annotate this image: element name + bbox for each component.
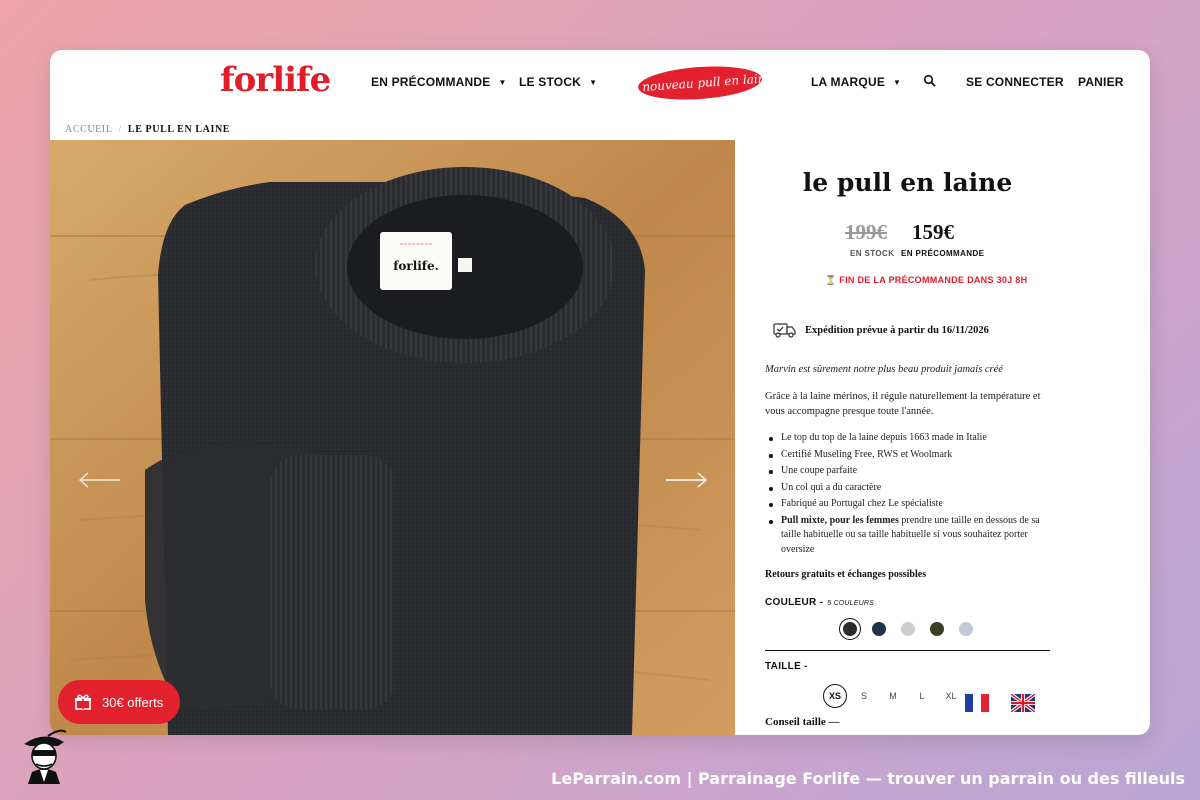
shipping-info: Expédition prévue à partir du 16/11/2026 [773,322,989,338]
list-item: Fabriqué au Portugal chez Le spécialiste [765,497,1055,512]
product-image: ~~~~~~~~ forlife. [50,140,735,735]
svg-text:~~~~~~~~: ~~~~~~~~ [399,242,433,248]
list-item: Certifié Museling Free, RWS et Woolmark [765,448,1055,463]
forlife-logo[interactable]: forlife [220,60,331,100]
nav-stock[interactable]: LE STOCK ▼ [519,75,597,89]
size-label: TAILLE - [765,661,808,672]
truck-icon [773,323,796,338]
size-option-xl[interactable]: XL [939,684,963,708]
prev-image-arrow-icon[interactable] [78,470,122,490]
size-advice-heading[interactable]: Conseil taille — [765,716,840,728]
size-option-l[interactable]: L [910,684,934,708]
gift-offer-button[interactable]: 30€ offerts [58,680,180,724]
size-option-xs[interactable]: XS [823,684,847,708]
search-icon[interactable] [923,74,937,88]
footer-text: LeParrain.com | Parrainage Forlife — tro… [551,769,1185,788]
caret-down-icon: ▼ [589,78,598,87]
gift-offer-label: 30€ offerts [102,694,164,710]
color-label-text: COULEUR - [765,597,824,608]
nav-precommande-label: EN PRÉCOMMANDE [371,75,491,89]
product-intro: Grâce à la laine mérinos, il régule natu… [765,391,1041,417]
leparrain-mascot-icon [24,729,67,784]
preorder-countdown: ⏳ FIN DE LA PRÉCOMMANDE DANS 30J 8H [825,275,1028,285]
label-tag-brand: forlife. [393,259,439,273]
color-swatch[interactable] [959,622,973,636]
color-swatch[interactable] [901,622,915,636]
breadcrumb-current: LE PULL EN LAINE [127,124,231,135]
old-price-label: EN STOCK [850,249,895,258]
divider [765,650,1050,651]
product-title: le pull en laine [802,168,1013,197]
gift-icon [75,694,91,710]
color-swatch[interactable] [930,622,944,636]
nav-cart[interactable]: PANIER [1078,75,1124,89]
shipping-text: Expédition prévue à partir du 16/11/2026 [805,324,989,336]
color-swatch[interactable] [843,622,857,636]
size-option-m[interactable]: M [881,684,905,708]
size-option-s[interactable]: S [852,684,876,708]
promo-text: le nouveau pull en laine [627,70,773,96]
nav-marque-label: LA MARQUE [811,75,886,89]
nav-login[interactable]: SE CONNECTER [966,75,1064,89]
caret-down-icon: ▼ [893,78,902,87]
list-item: Le top du top de la laine depuis 1663 ma… [765,431,1055,446]
feature-mixte-bold: Pull mixte, pour les femmes [781,514,899,526]
nav-stock-label: LE STOCK [519,75,582,89]
promo-new-sweater-link[interactable]: le nouveau pull en laine [627,62,773,104]
color-swatch[interactable] [872,622,886,636]
sweater-photo: ~~~~~~~~ forlife. [50,140,735,735]
returns-info: Retours gratuits et échanges possibles [765,569,927,580]
caret-down-icon: ▼ [498,78,507,87]
flag-fr-icon[interactable] [965,694,989,712]
flag-uk-icon[interactable] [1011,694,1035,712]
breadcrumb-home[interactable]: ACCUEIL [65,124,113,135]
product-tagline: Marvin est sûrement notre plus beau prod… [765,364,1003,375]
page-card: forlife EN PRÉCOMMANDE ▼ LE STOCK ▼ le nou… [50,50,1150,735]
old-price: 199€ [845,220,887,244]
list-item: Un col qui a du caractère [765,481,1055,496]
color-label: COULEUR -5 COULEURS [765,597,874,608]
breadcrumb-separator: / [118,124,122,135]
list-item: Une coupe parfaite [765,464,1055,479]
new-price: 159€ [912,220,954,244]
breadcrumb: ACCUEIL / LE PULL EN LAINE [65,124,230,135]
new-price-label: EN PRÉCOMMANDE [901,249,985,258]
next-image-arrow-icon[interactable] [664,470,708,490]
list-item: Pull mixte, pour les femmes prendre une … [765,514,1055,558]
feature-list: Le top du top de la laine depuis 1663 ma… [765,431,1055,559]
nav-marque[interactable]: LA MARQUE ▼ [811,75,901,89]
color-count: 5 COULEURS [827,600,874,607]
nav-precommande[interactable]: EN PRÉCOMMANDE ▼ [371,75,507,89]
